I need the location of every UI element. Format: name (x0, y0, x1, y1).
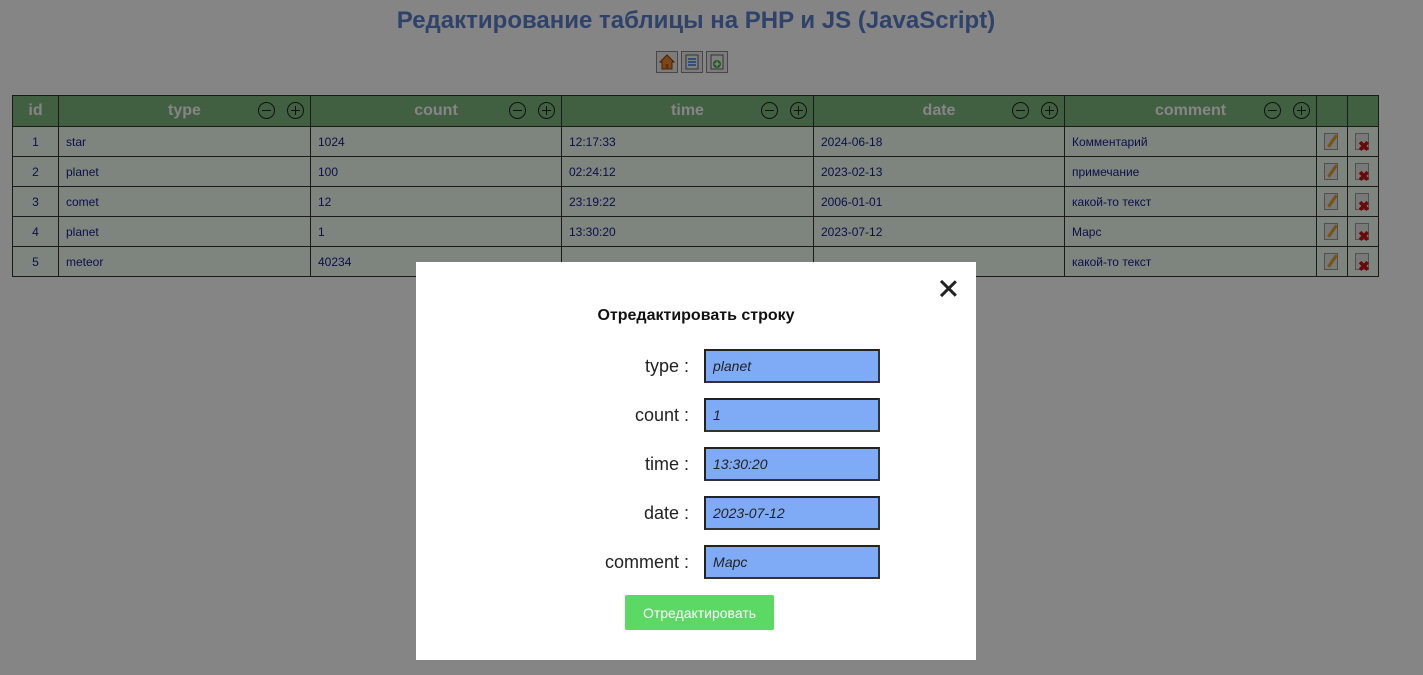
modal-title: Отредактировать строку (597, 307, 795, 324)
time-field[interactable] (704, 447, 880, 481)
form-row-count: count : (416, 398, 976, 432)
comment-field[interactable] (704, 545, 880, 579)
form-row-time: time : (416, 447, 976, 481)
date-label: date : (643, 503, 689, 523)
count-field[interactable] (704, 398, 880, 432)
comment-label: comment : (604, 552, 689, 572)
count-label: count : (634, 405, 689, 425)
form-row-comment: comment : (416, 545, 976, 579)
time-label: time : (644, 454, 689, 474)
date-field[interactable] (704, 496, 880, 530)
type-field[interactable] (704, 349, 880, 383)
edit-row-modal: Отредактировать строку type : count : ti… (416, 262, 976, 660)
form-row-type: type : (416, 349, 976, 383)
form-row-date: date : (416, 496, 976, 530)
close-icon[interactable] (938, 278, 958, 298)
type-label: type : (644, 356, 689, 376)
submit-edit-button[interactable]: Отредактировать (625, 595, 774, 630)
